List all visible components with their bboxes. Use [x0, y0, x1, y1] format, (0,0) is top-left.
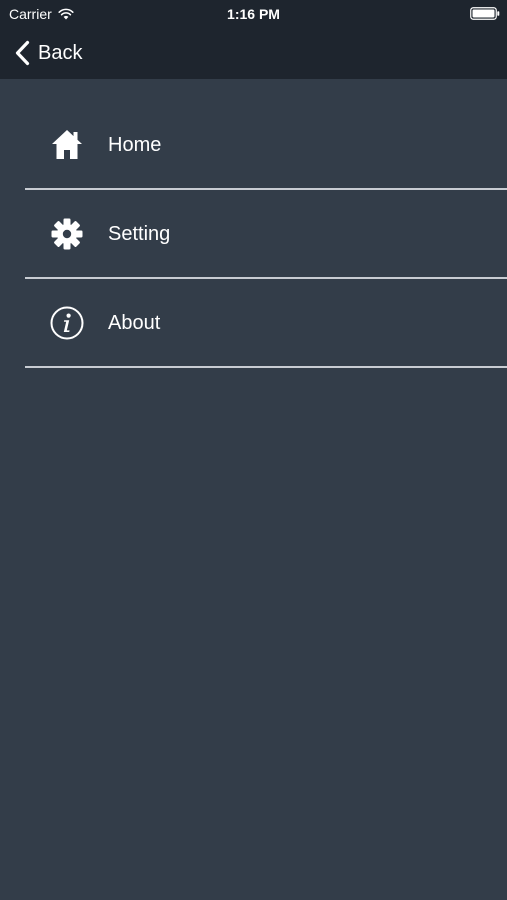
menu-item-label: About [108, 311, 161, 334]
back-button[interactable]: Back [14, 38, 82, 68]
menu-item-setting[interactable]: Setting [25, 190, 507, 279]
menu-item-home[interactable]: Home [25, 101, 507, 190]
status-time: 1:16 PM [227, 6, 280, 22]
back-label: Back [38, 42, 83, 64]
status-bar: Carrier 1:16 PM [0, 0, 507, 28]
top-bar: Carrier 1:16 PM Back [0, 0, 507, 79]
battery-icon [470, 7, 500, 20]
info-icon [50, 306, 84, 340]
menu-item-about[interactable]: About [25, 279, 507, 368]
side-menu: Home Setting About [25, 101, 507, 368]
menu-item-label: Setting [108, 222, 171, 245]
menu-screen: Carrier 1:16 PM Back Home Setting About [0, 0, 507, 900]
gear-icon [50, 217, 84, 251]
home-icon [50, 128, 84, 162]
menu-item-label: Home [108, 133, 162, 156]
navigation-bar: Back [0, 28, 507, 79]
chevron-left-icon [15, 40, 30, 66]
